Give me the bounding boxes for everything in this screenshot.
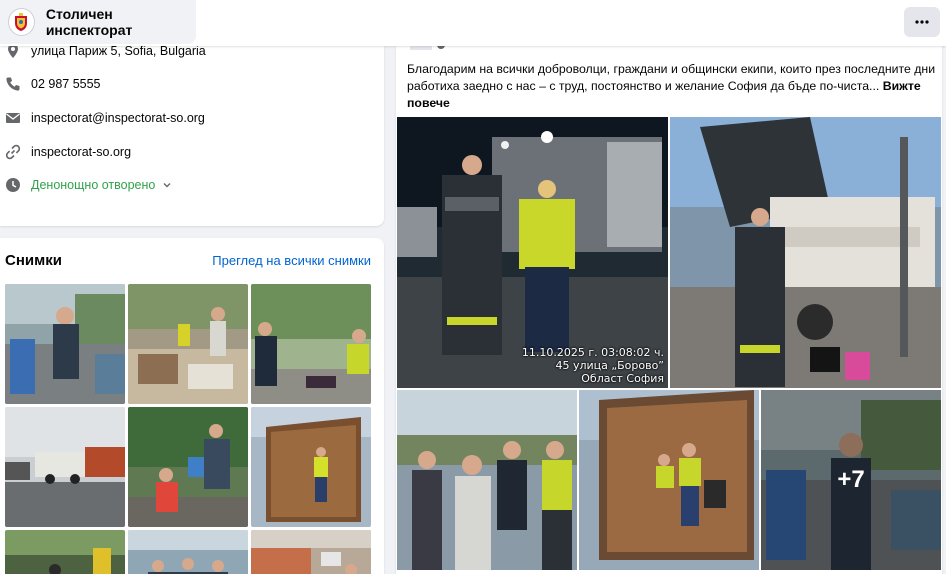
link-icon	[5, 144, 21, 160]
phone-text[interactable]: 02 987 5555	[31, 77, 101, 91]
hours-text[interactable]: Денонощно отворено	[31, 178, 155, 192]
page-header: Столичен инспекторат	[0, 0, 946, 46]
photo-thumbnail[interactable]	[5, 530, 125, 574]
more-options-button[interactable]	[904, 7, 940, 37]
see-all-photos-link[interactable]: Преглед на всички снимки	[212, 253, 371, 268]
email-icon	[5, 110, 21, 126]
photo-thumbnail[interactable]	[128, 530, 248, 574]
email-row: inspectorat@inspectorat-so.org	[0, 107, 205, 129]
photo-thumbnail[interactable]	[5, 284, 125, 404]
intro-card: улица Париж 5, Sofia, Bulgaria 02 987 55…	[0, 30, 384, 226]
photos-heading: Снимки	[5, 252, 62, 269]
website-row: inspectorat-so.org	[0, 141, 131, 163]
post-image-more[interactable]: +7	[761, 390, 941, 570]
page-title[interactable]: Столичен инспекторат	[46, 6, 196, 38]
address-text: улица Париж 5, Sofia, Bulgaria	[31, 44, 206, 58]
post-image[interactable]	[579, 390, 759, 570]
more-photos-overlay[interactable]: +7	[761, 390, 941, 570]
chevron-down-icon[interactable]	[162, 180, 172, 190]
photo-thumbnail[interactable]	[5, 407, 125, 527]
photo-thumbnail[interactable]	[251, 407, 371, 527]
post-body: Благодарим на всички доброволци, граждан…	[407, 61, 937, 112]
website-link[interactable]: inspectorat-so.org	[31, 145, 131, 159]
photo-timestamp: 11.10.2025 г. 03:08:02 ч. 45 улица „Боро…	[521, 346, 664, 385]
photo-thumbnail[interactable]	[251, 530, 371, 574]
photo-thumbnail[interactable]	[251, 284, 371, 404]
page-identity[interactable]: Столичен инспекторат	[0, 0, 196, 44]
email-link[interactable]: inspectorat@inspectorat-so.org	[31, 111, 205, 125]
photo-thumbnail[interactable]	[128, 407, 248, 527]
post-image[interactable]	[397, 390, 577, 570]
phone-row: 02 987 5555	[0, 73, 101, 95]
post-image[interactable]	[670, 117, 941, 388]
clock-icon	[5, 177, 21, 193]
photo-thumbnail[interactable]	[128, 284, 248, 404]
coat-of-arms-icon	[15, 13, 28, 31]
post-image[interactable]: 11.10.2025 г. 03:08:02 ч. 45 улица „Боро…	[397, 117, 668, 388]
phone-icon	[5, 76, 21, 92]
page-logo[interactable]	[8, 8, 35, 36]
hours-row[interactable]: Денонощно отворено	[0, 174, 172, 196]
post-text: Благодарим на всички доброволци, граждан…	[407, 62, 936, 93]
more-horizontal-icon	[915, 20, 929, 24]
